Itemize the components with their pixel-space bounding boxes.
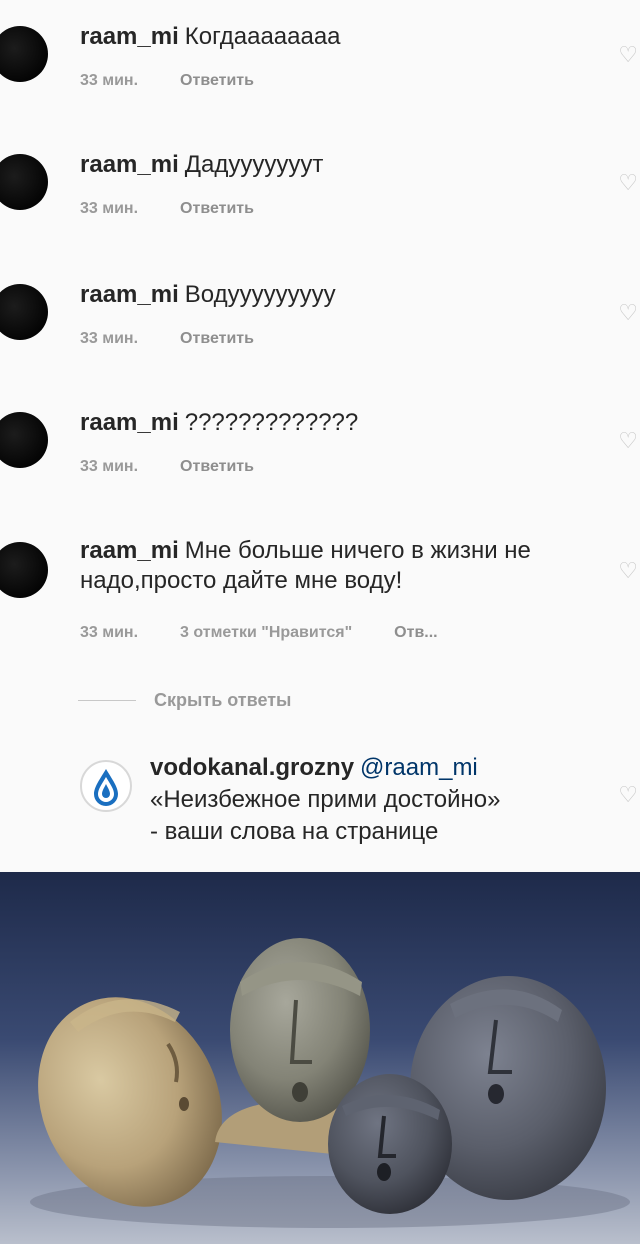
- mention-link[interactable]: @raam_mi: [360, 754, 478, 781]
- comment-meta: 33 мин. Ответить: [80, 330, 296, 348]
- avatar[interactable]: [0, 542, 48, 598]
- heart-icon[interactable]: ♡: [618, 782, 638, 808]
- comments-section: raam_mi Когдааааааaa 33 мин. Ответить ♡ ra…: [0, 0, 640, 872]
- avatar[interactable]: [0, 154, 48, 210]
- heart-icon[interactable]: ♡: [618, 428, 638, 454]
- avatar[interactable]: [0, 26, 48, 82]
- heart-icon[interactable]: ♡: [618, 170, 638, 196]
- reply-button[interactable]: Ответить: [180, 200, 254, 217]
- reply-button[interactable]: Ответить: [180, 458, 254, 475]
- comment-body: ?????????????: [184, 409, 359, 436]
- comment-meta: 33 мин. 3 отметки "Нравится" Отв...: [80, 624, 480, 642]
- comment-likes[interactable]: 3 отметки "Нравится": [180, 624, 352, 641]
- comment-body: Водууууууууу: [184, 281, 336, 308]
- comment-time: 33 мин.: [80, 458, 139, 475]
- comment-time: 33 мин.: [80, 624, 139, 641]
- comment-username[interactable]: raam_mi: [80, 281, 179, 308]
- stone-figures-image: [0, 872, 640, 1244]
- avatar[interactable]: [0, 284, 48, 340]
- comment-time: 33 мин.: [80, 72, 139, 89]
- comment-meta: 33 мин. Ответить: [80, 458, 296, 476]
- hide-replies-label: Скрыть ответы: [154, 690, 292, 710]
- comment-time: 33 мин.: [80, 200, 139, 217]
- comment-text: raam_mi?????????????: [80, 408, 582, 438]
- reply-button[interactable]: Отв...: [394, 624, 437, 641]
- comment-username[interactable]: raam_mi: [80, 537, 179, 564]
- reply-username[interactable]: vodokanal.grozny: [150, 754, 354, 781]
- avatar[interactable]: [0, 412, 48, 468]
- comment-body: Дадууууууут: [184, 151, 324, 178]
- comment-text: raam_mi Когдааааааaa: [80, 22, 582, 52]
- reply-text: vodokanal.grozny @raam_mi «Неизбежное при…: [150, 752, 580, 848]
- divider: [78, 700, 136, 701]
- comment-username[interactable]: raam_mi: [80, 409, 179, 436]
- heart-icon[interactable]: ♡: [618, 300, 638, 326]
- hide-replies-button[interactable]: Скрыть ответы: [78, 690, 291, 711]
- comment-text: raam_mi Мне больше ничего в жизни не надо…: [80, 536, 590, 596]
- comment-text: raam_mi Дадууууууут: [80, 150, 582, 180]
- comment-time: 33 мин.: [80, 330, 139, 347]
- comment-text: raam_mi Водууууууууу: [80, 280, 582, 310]
- vodokanal-logo-icon[interactable]: [80, 760, 132, 812]
- comment-body: Когдааааааaa: [184, 23, 341, 50]
- heart-icon[interactable]: ♡: [618, 42, 638, 68]
- comment-username[interactable]: raam_mi: [80, 151, 179, 178]
- comment-meta: 33 мин. Ответить: [80, 200, 296, 218]
- reply-button[interactable]: Ответить: [180, 330, 254, 347]
- comment-username[interactable]: raam_mi: [80, 23, 179, 50]
- heart-icon[interactable]: ♡: [618, 558, 638, 584]
- reply-line-2: «Неизбежное прими достойно»: [150, 786, 501, 813]
- reply-line-3: - ваши слова на странице: [150, 818, 439, 845]
- comment-meta: 33 мин. Ответить: [80, 72, 296, 90]
- reply-button[interactable]: Ответить: [180, 72, 254, 89]
